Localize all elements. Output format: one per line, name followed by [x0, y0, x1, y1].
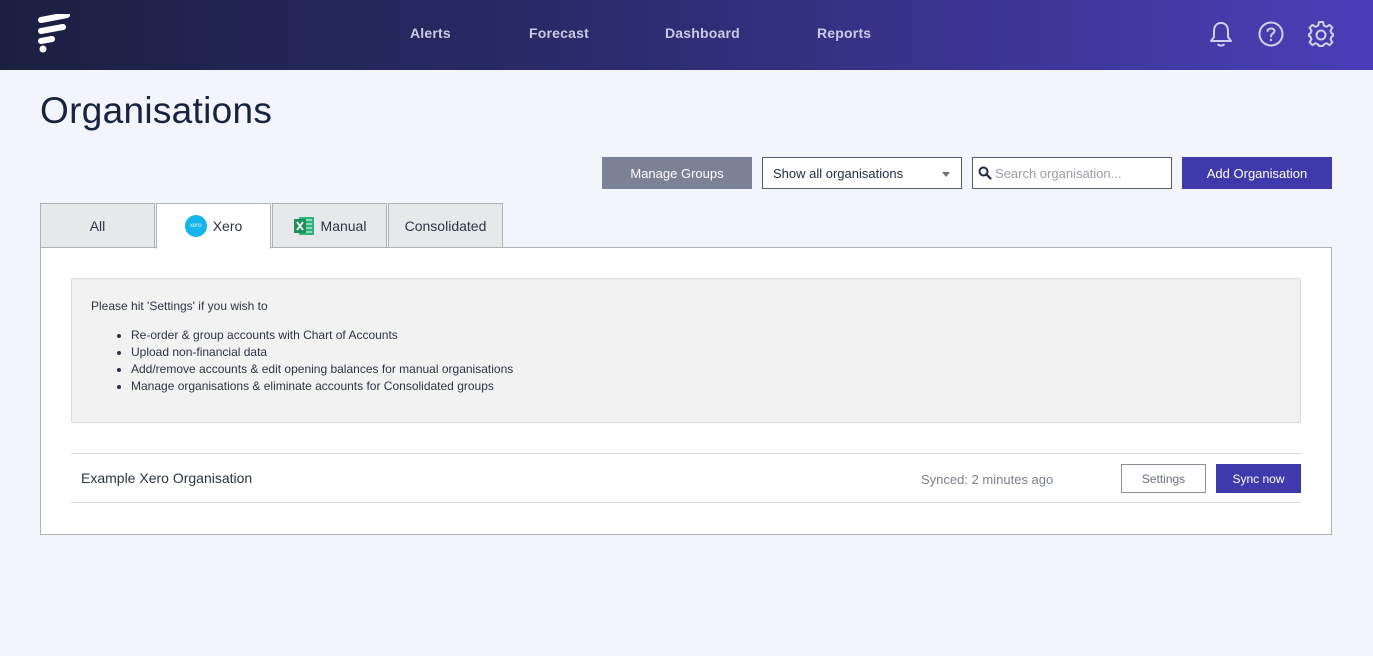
nav-dashboard[interactable]: Dashboard	[665, 25, 740, 41]
chevron-down-icon	[942, 172, 950, 177]
bell-icon[interactable]	[1206, 18, 1236, 50]
tab-label: Xero	[212, 218, 243, 234]
settings-button[interactable]: Settings	[1121, 464, 1206, 493]
top-navbar: Alerts Forecast Dashboard Reports	[0, 0, 1373, 70]
settings-info-box: Please hit 'Settings' if you wish to Re-…	[71, 278, 1301, 423]
info-list: Re-order & group accounts with Chart of …	[91, 327, 1281, 395]
list-item: Manage organisations & eliminate account…	[131, 378, 1281, 395]
gear-icon[interactable]	[1306, 18, 1336, 50]
search-box	[972, 157, 1172, 189]
page-title: Organisations	[40, 90, 273, 131]
nav-forecast[interactable]: Forecast	[529, 25, 589, 41]
search-icon	[978, 166, 992, 180]
tab-consolidated[interactable]: Consolidated	[388, 203, 503, 248]
tab-label: Consolidated	[404, 217, 487, 234]
info-intro-text: Please hit 'Settings' if you wish to	[91, 299, 268, 313]
list-item: Add/remove accounts & edit opening balan…	[131, 361, 1281, 378]
xero-logo-icon: xero	[184, 215, 207, 237]
tab-xero[interactable]: xero Xero	[156, 203, 271, 249]
sync-status: Synced: 2 minutes ago	[921, 472, 1054, 487]
organisation-filter-select[interactable]: Show all organisations	[762, 157, 962, 189]
tab-label: All	[89, 217, 106, 234]
manage-groups-button[interactable]: Manage Groups	[602, 157, 752, 189]
nav-alerts[interactable]: Alerts	[410, 25, 451, 41]
tab-label: Manual	[320, 217, 367, 234]
brand-logo[interactable]	[38, 12, 72, 54]
organisation-name: Example Xero Organisation	[81, 470, 253, 486]
tab-manual[interactable]: Manual	[272, 203, 387, 248]
sync-now-button[interactable]: Sync now	[1216, 464, 1301, 493]
tab-panel: Please hit 'Settings' if you wish to Re-…	[40, 247, 1332, 535]
add-organisation-button[interactable]: Add Organisation	[1182, 157, 1332, 189]
nav-reports[interactable]: Reports	[817, 25, 871, 41]
help-icon[interactable]	[1256, 18, 1286, 50]
filter-selected-value: Show all organisations	[773, 165, 904, 181]
organisation-row: Example Xero Organisation Synced: 2 minu…	[71, 453, 1301, 503]
tab-all[interactable]: All	[40, 203, 155, 248]
excel-icon	[293, 216, 314, 235]
list-item: Upload non-financial data	[131, 344, 1281, 361]
search-input[interactable]	[995, 158, 1167, 188]
list-item: Re-order & group accounts with Chart of …	[131, 327, 1281, 344]
